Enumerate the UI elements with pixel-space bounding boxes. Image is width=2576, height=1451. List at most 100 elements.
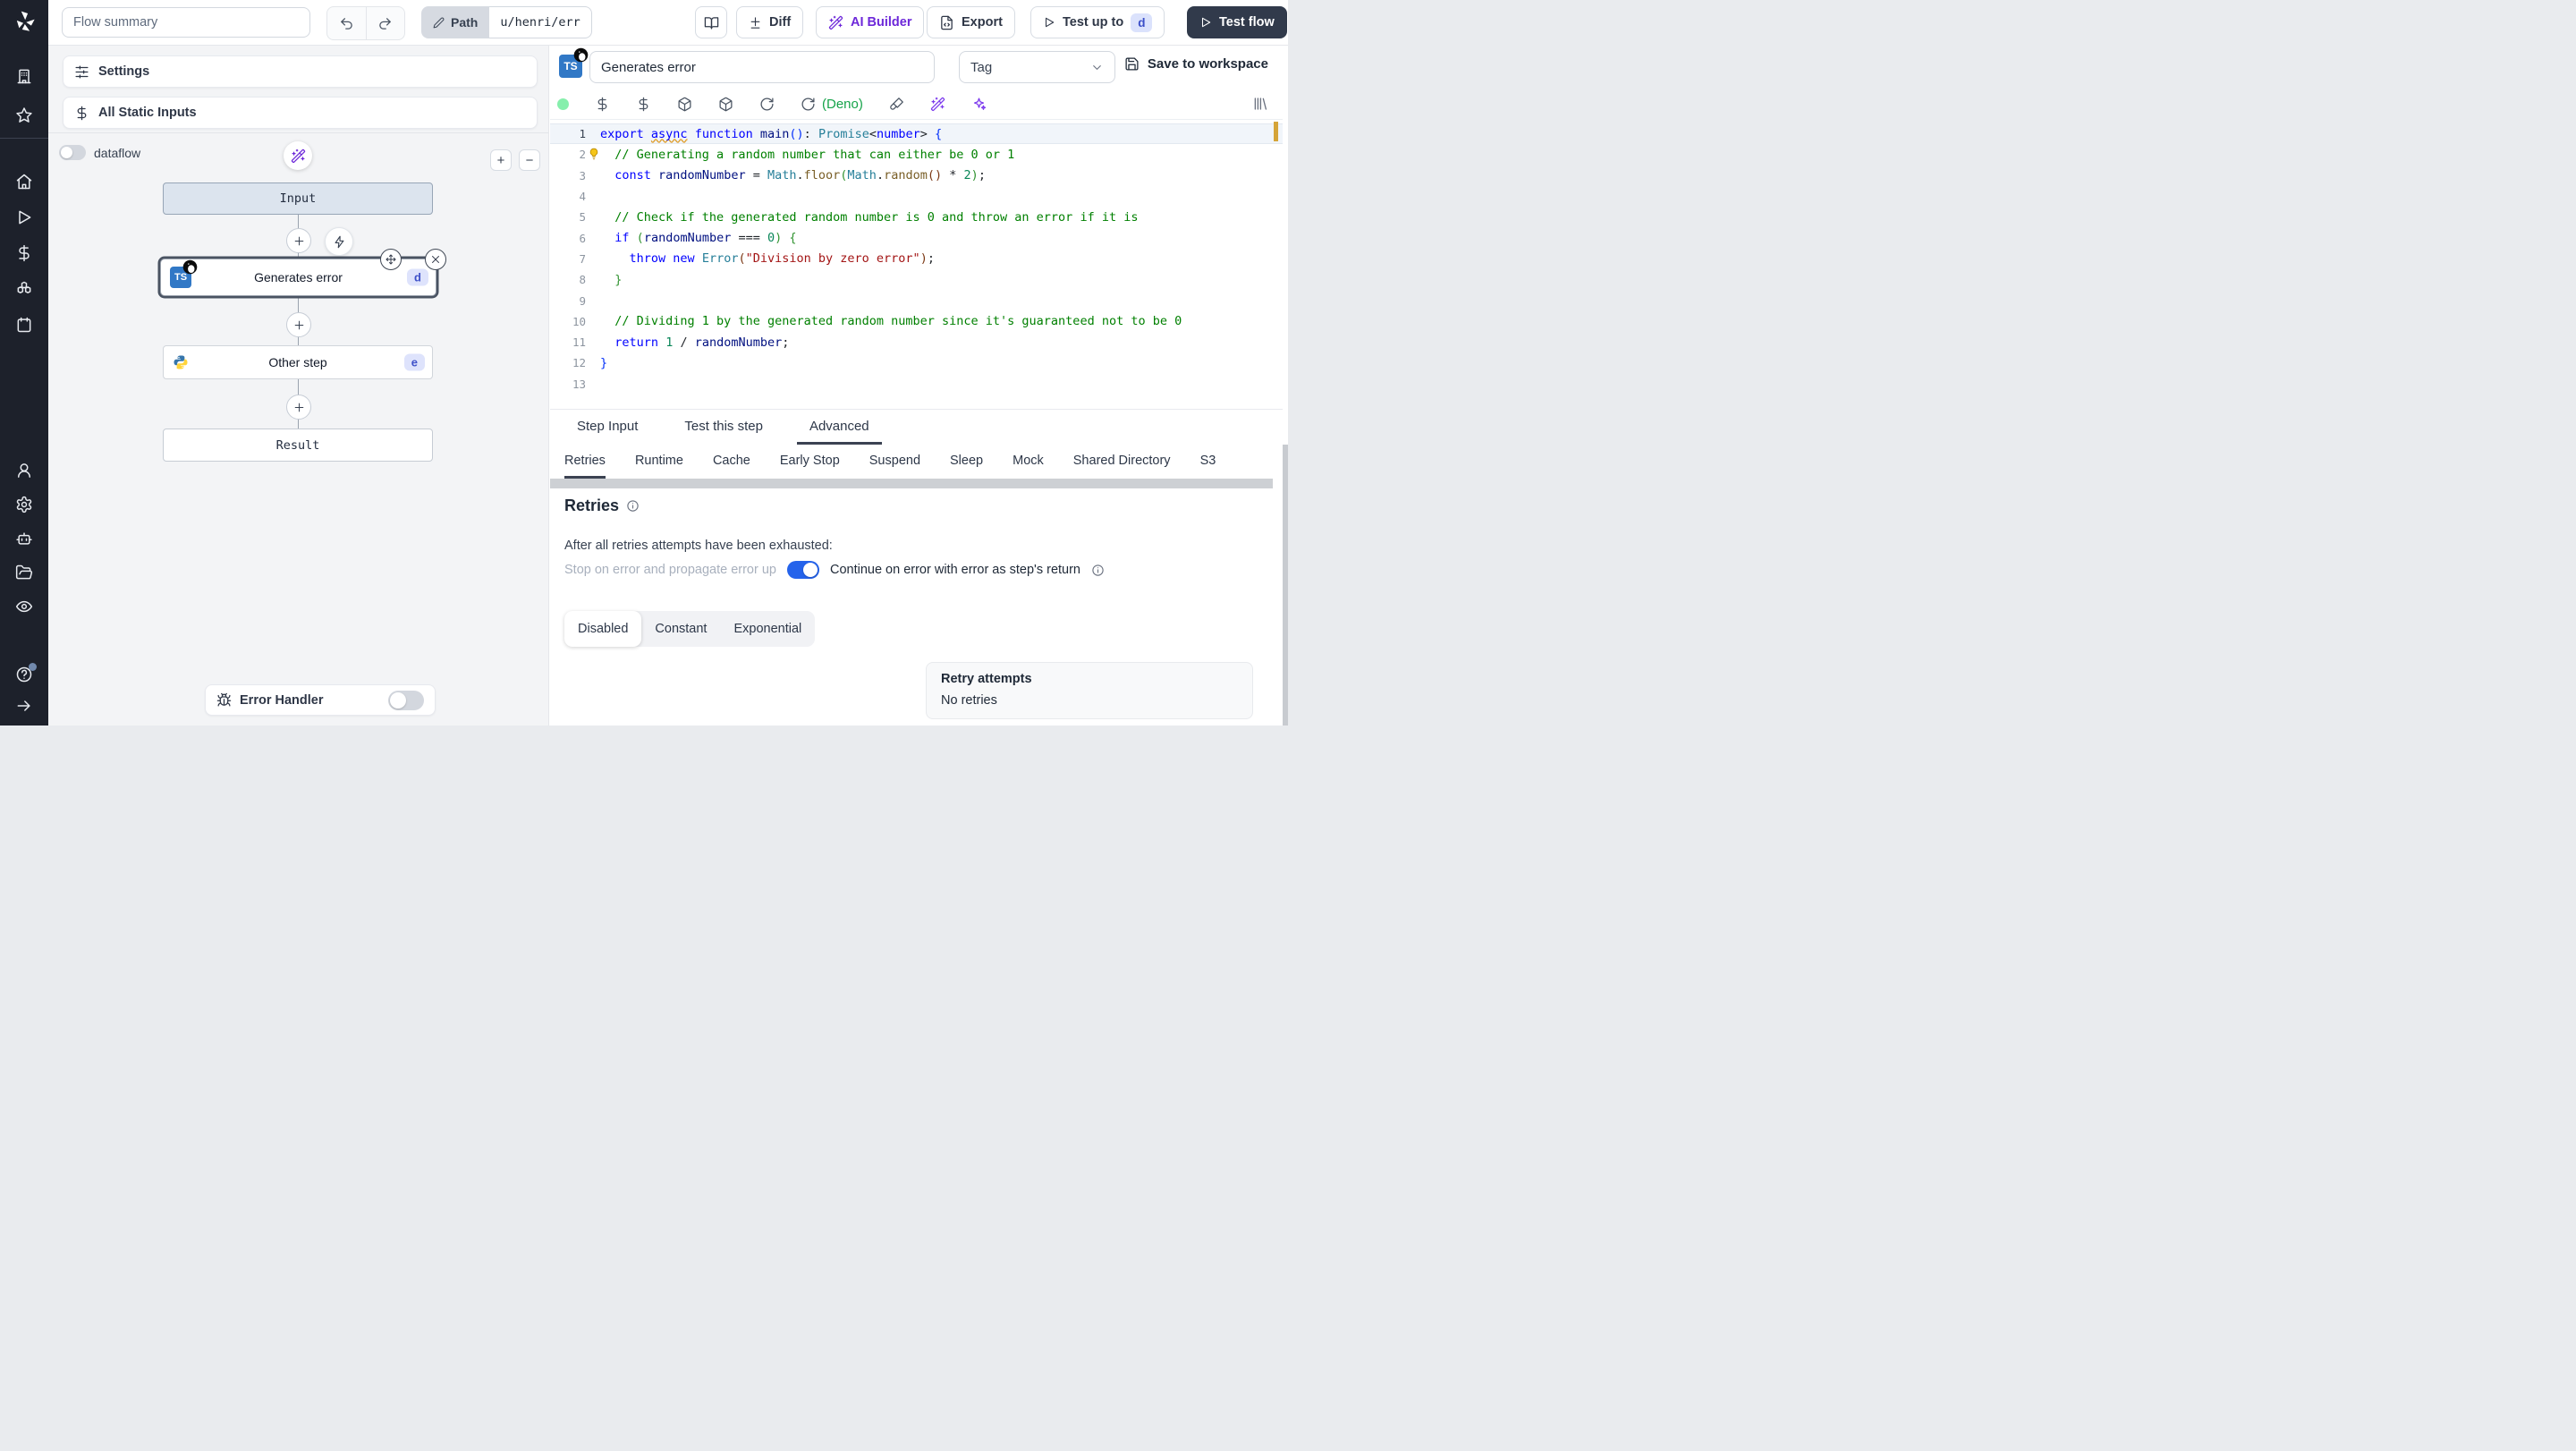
dollar-icon[interactable]: [15, 244, 33, 262]
subtabs-scrollbar[interactable]: [550, 479, 1273, 488]
building-icon[interactable]: [15, 67, 33, 85]
trigger-button[interactable]: [325, 227, 353, 256]
ai-flow-button[interactable]: [284, 141, 312, 170]
code-line-1[interactable]: 1 export async function main(): Promise<n…: [550, 123, 1283, 145]
delete-node-button[interactable]: [425, 249, 446, 270]
gear-icon[interactable]: [15, 496, 33, 513]
retry-mode-constant[interactable]: Constant: [641, 611, 720, 647]
code-line-4[interactable]: 4: [550, 186, 1283, 207]
tab-advanced[interactable]: Advanced: [796, 410, 882, 445]
test-up-to-step-badge[interactable]: d: [1131, 13, 1153, 32]
add-step-button[interactable]: [286, 395, 311, 420]
paintbrush-icon[interactable]: [889, 97, 904, 112]
dataflow-toggle[interactable]: [59, 145, 86, 160]
node-input[interactable]: Input: [163, 182, 433, 215]
subtab-mock[interactable]: Mock: [1013, 445, 1044, 479]
retries-section-title: Retries: [564, 496, 640, 515]
code-line-13[interactable]: 13: [550, 374, 1283, 395]
add-step-button[interactable]: [286, 228, 311, 253]
play-icon[interactable]: [15, 208, 33, 226]
wand-icon[interactable]: [930, 97, 945, 112]
subtab-early-stop[interactable]: Early Stop: [780, 445, 840, 479]
sparkles-icon[interactable]: [971, 97, 987, 112]
code-line-2[interactable]: 2 // Generating a random number that can…: [550, 144, 1283, 165]
move-node-button[interactable]: [380, 249, 402, 270]
subtab-retries[interactable]: Retries: [564, 445, 606, 479]
undo-icon: [339, 16, 354, 31]
path-value[interactable]: u/henri/err: [489, 6, 592, 38]
node-other-step[interactable]: Other step e: [163, 345, 433, 379]
code-line-3[interactable]: 3 const randomNumber = Math.floor(Math.r…: [550, 165, 1283, 186]
flow-summary-input[interactable]: [62, 7, 310, 38]
arrow-right-icon[interactable]: [15, 697, 33, 715]
lightbulb-icon[interactable]: [588, 148, 600, 160]
windmill-logo[interactable]: [12, 9, 37, 34]
code-line-12[interactable]: 12}: [550, 352, 1283, 373]
node-step2-label: Other step: [268, 355, 327, 369]
panel-vertical-scrollbar[interactable]: [1283, 445, 1288, 726]
error-handler-toggle[interactable]: [388, 690, 424, 710]
subtab-cache[interactable]: Cache: [713, 445, 750, 479]
undo-button[interactable]: [327, 7, 367, 39]
ai-builder-label: AI Builder: [851, 15, 912, 30]
error-handler-card[interactable]: Error Handler: [205, 684, 436, 716]
export-button[interactable]: Export: [927, 6, 1015, 38]
tag-select[interactable]: Tag: [959, 51, 1115, 83]
save-to-workspace-button[interactable]: Save to workspace: [1124, 56, 1268, 72]
info-icon[interactable]: [1091, 564, 1105, 577]
subtab-runtime[interactable]: Runtime: [635, 445, 683, 479]
step-name-input[interactable]: [589, 51, 935, 83]
subtab-shared-directory[interactable]: Shared Directory: [1073, 445, 1171, 479]
node-result[interactable]: Result: [163, 429, 433, 462]
play-icon: [1043, 16, 1055, 29]
library-icon[interactable]: [1252, 96, 1268, 112]
folder-open-icon[interactable]: [15, 564, 33, 581]
subtab-suspend[interactable]: Suspend: [869, 445, 920, 479]
rotate-cw-icon[interactable]: [759, 97, 775, 112]
eye-icon[interactable]: [15, 598, 33, 615]
node-generates-error[interactable]: TS Generates error d: [160, 249, 446, 296]
test-flow-button[interactable]: Test flow: [1187, 6, 1287, 38]
dollar-icon[interactable]: [636, 97, 651, 112]
calendar-icon[interactable]: [15, 316, 33, 334]
package-icon[interactable]: [718, 97, 733, 112]
code-editor[interactable]: 1 export async function main(): Promise<n…: [550, 119, 1283, 410]
continue-on-error-toggle[interactable]: [786, 561, 819, 579]
redo-button[interactable]: [367, 7, 405, 39]
language-status-dot: [557, 98, 569, 110]
retry-mode-disabled[interactable]: Disabled: [564, 611, 642, 647]
tab-step-input[interactable]: Step Input: [564, 410, 650, 445]
dollar-icon[interactable]: [595, 97, 610, 112]
code-line-9[interactable]: 9: [550, 290, 1283, 310]
add-step-button[interactable]: [286, 312, 311, 337]
code-line-7[interactable]: 7 throw new Error("Division by zero erro…: [550, 249, 1283, 269]
static-inputs-button[interactable]: All Static Inputs: [63, 97, 538, 129]
help-circle-icon[interactable]: [15, 663, 37, 683]
path-edit-button[interactable]: Path: [421, 6, 490, 38]
subtab-s3[interactable]: S3: [1200, 445, 1216, 479]
star-icon[interactable]: [15, 106, 33, 124]
code-line-10[interactable]: 10 // Dividing 1 by the generated random…: [550, 311, 1283, 332]
zoom-in-button[interactable]: +: [490, 149, 512, 171]
info-icon[interactable]: [626, 499, 640, 513]
zoom-out-button[interactable]: −: [519, 149, 540, 171]
boxes-icon[interactable]: [15, 280, 33, 298]
home-icon[interactable]: [15, 173, 33, 191]
package-icon[interactable]: [677, 97, 692, 112]
subtab-sleep[interactable]: Sleep: [950, 445, 983, 479]
code-line-8[interactable]: 8 }: [550, 269, 1283, 290]
code-line-6[interactable]: 6 if (randomNumber === 0) {: [550, 227, 1283, 248]
ai-builder-button[interactable]: AI Builder: [816, 6, 925, 38]
diff-button[interactable]: Diff: [736, 6, 804, 38]
docs-button[interactable]: [695, 6, 727, 38]
close-icon: [430, 254, 441, 265]
bot-icon[interactable]: [15, 530, 33, 547]
tab-test-this-step[interactable]: Test this step: [672, 410, 775, 445]
rotate-cw-icon[interactable]: [801, 97, 816, 112]
test-up-to-button[interactable]: Test up to d: [1030, 6, 1165, 38]
code-line-5[interactable]: 5 // Check if the generated random numbe…: [550, 207, 1283, 227]
flow-settings-button[interactable]: Settings: [63, 55, 538, 88]
code-line-11[interactable]: 11 return 1 / randomNumber;: [550, 332, 1283, 352]
retry-mode-exponential[interactable]: Exponential: [720, 611, 815, 647]
user-icon[interactable]: [15, 462, 33, 479]
